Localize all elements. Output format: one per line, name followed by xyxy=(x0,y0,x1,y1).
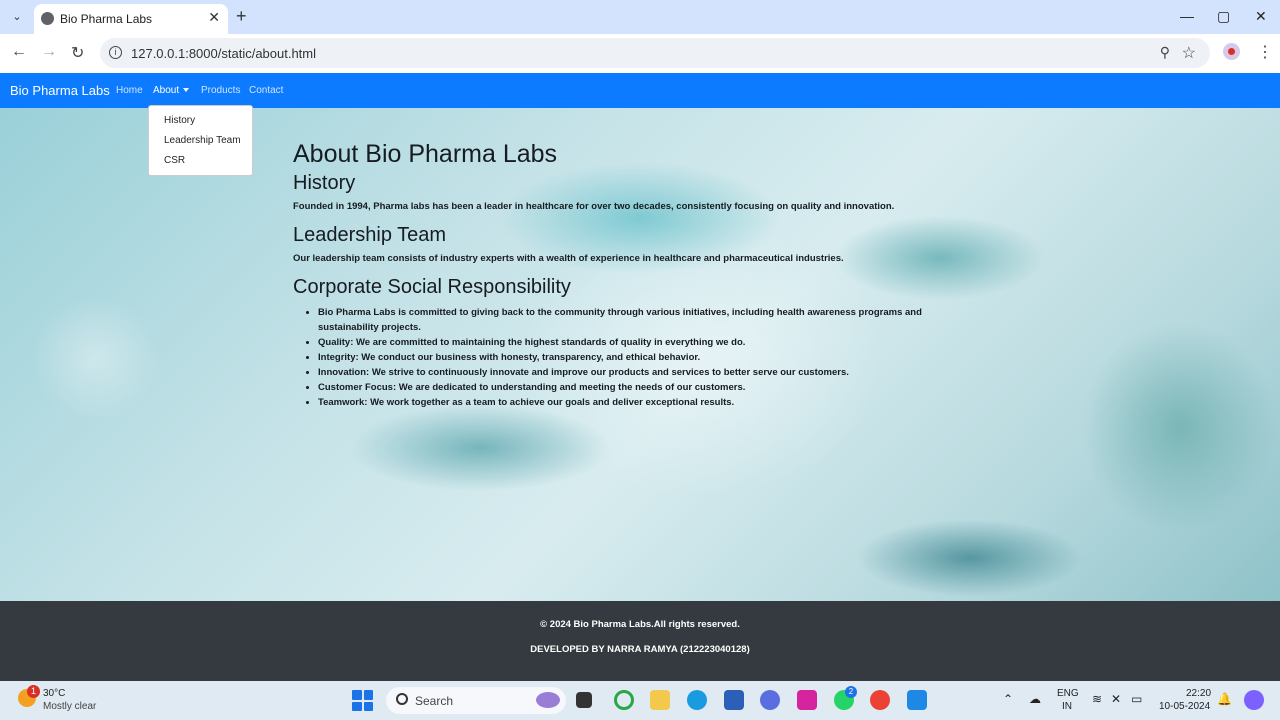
navbar-brand[interactable]: Bio Pharma Labs xyxy=(10,83,110,98)
csr-list-item: Customer Focus: We are dedicated to unde… xyxy=(318,380,973,395)
caret-down-icon xyxy=(183,88,190,93)
hero-section: About Bio Pharma Labs History Founded in… xyxy=(0,108,1280,601)
store-icon[interactable] xyxy=(724,690,744,710)
url-text[interactable]: 127.0.0.1:8000/static/about.html xyxy=(131,46,316,61)
vscode-icon[interactable] xyxy=(907,690,927,710)
footer-developer: DEVELOPED BY NARRA RAMYA (212223040128) xyxy=(530,644,750,655)
footer-copyright: © 2024 Bio Pharma Labs.All rights reserv… xyxy=(540,619,740,630)
browser-menu-icon[interactable]: ⋮ xyxy=(1257,42,1273,62)
csr-heading: Corporate Social Responsibility xyxy=(293,276,571,298)
site-navbar: Bio Pharma Labs Home About Products Cont… xyxy=(0,73,1280,108)
window-close-icon[interactable]: ✕ xyxy=(1255,8,1267,25)
taskbar-search[interactable]: Search xyxy=(386,687,566,714)
search-placeholder: Search xyxy=(415,694,454,708)
speaker-muted-icon[interactable]: ✕ xyxy=(1111,692,1121,706)
about-content: About Bio Pharma Labs History Founded in… xyxy=(293,140,973,410)
browser-tab-strip: ⌄ Bio Pharma Labs ✕ + — ▢ ✕ xyxy=(0,0,1280,34)
clock-date[interactable]: 10-05-2024 xyxy=(1159,701,1210,712)
history-heading: History xyxy=(293,172,356,194)
csr-list-item: Bio Pharma Labs is committed to giving b… xyxy=(318,305,973,335)
close-tab-icon[interactable]: ✕ xyxy=(208,9,220,26)
edge-icon[interactable] xyxy=(687,690,707,710)
browser-tab[interactable]: Bio Pharma Labs ✕ xyxy=(34,4,228,34)
forward-arrow-icon[interactable]: → xyxy=(41,43,57,61)
back-arrow-icon[interactable]: ← xyxy=(11,43,27,61)
tray-chevron-up-icon[interactable]: ⌃ xyxy=(1003,692,1013,706)
notification-bell-icon[interactable]: 🔔 xyxy=(1217,692,1232,706)
file-explorer-icon[interactable] xyxy=(650,690,670,710)
reload-icon[interactable]: ↻ xyxy=(71,43,84,63)
whatsapp-badge: 2 xyxy=(845,686,857,698)
browser-toolbar: ← → ↻ i 127.0.0.1:8000/static/about.html… xyxy=(0,34,1280,72)
weather-badge: 1 xyxy=(27,685,40,698)
weather-temperature[interactable]: 30°C xyxy=(43,688,65,699)
onedrive-cloud-icon[interactable]: ☁ xyxy=(1029,692,1041,706)
dropdown-item-leadership[interactable]: Leadership Team xyxy=(164,135,241,146)
site-footer: © 2024 Bio Pharma Labs.All rights reserv… xyxy=(0,601,1280,681)
tab-title: Bio Pharma Labs xyxy=(60,12,153,26)
tab-search-chevron-icon[interactable]: ⌄ xyxy=(7,7,27,27)
leadership-heading: Leadership Team xyxy=(293,224,447,246)
profile-avatar[interactable] xyxy=(1223,43,1240,60)
nav-link-home[interactable]: Home xyxy=(116,85,143,96)
new-tab-plus-icon[interactable]: + xyxy=(236,6,247,27)
nav-link-about[interactable]: About xyxy=(153,85,190,96)
bookmark-star-icon[interactable]: ☆ xyxy=(1182,43,1196,63)
csr-list-item: Teamwork: We work together as a team to … xyxy=(318,395,973,410)
os-taskbar: 1 30°C Mostly clear Search 2 ⌃ ☁ ENG IN … xyxy=(0,681,1280,720)
page-title: About Bio Pharma Labs xyxy=(293,140,558,168)
language-top[interactable]: ENG xyxy=(1057,688,1079,699)
zoom-icon[interactable]: ⚲ xyxy=(1160,44,1170,61)
nav-link-about-label: About xyxy=(153,85,180,96)
address-bar[interactable]: i 127.0.0.1:8000/static/about.html ⚲ ☆ xyxy=(100,38,1210,68)
weather-description[interactable]: Mostly clear xyxy=(43,701,96,712)
csr-list: Bio Pharma Labs is committed to giving b… xyxy=(318,305,973,410)
about-dropdown-menu: History Leadership Team CSR xyxy=(148,105,253,176)
task-view-icon[interactable] xyxy=(576,692,592,708)
app-triangle-icon[interactable] xyxy=(760,690,780,710)
site-info-icon[interactable]: i xyxy=(109,46,122,59)
windows-start-icon[interactable] xyxy=(352,690,373,711)
clock-time[interactable]: 22:20 xyxy=(1186,688,1211,699)
csr-list-item: Quality: We are committed to maintaining… xyxy=(318,335,973,350)
copilot-icon[interactable] xyxy=(1244,690,1264,710)
maximize-icon[interactable]: ▢ xyxy=(1217,8,1230,25)
nav-link-products[interactable]: Products xyxy=(201,85,240,96)
battery-icon[interactable]: ▭ xyxy=(1131,692,1142,706)
minimize-icon[interactable]: — xyxy=(1180,8,1194,24)
csr-list-item: Innovation: We strive to continuously in… xyxy=(318,365,973,380)
search-icon xyxy=(396,693,408,705)
nav-link-contact[interactable]: Contact xyxy=(249,85,283,96)
globe-icon xyxy=(41,12,54,25)
instagram-icon[interactable] xyxy=(797,690,817,710)
search-highlight-icon xyxy=(536,692,560,708)
language-bottom[interactable]: IN xyxy=(1062,701,1072,712)
loading-app-icon[interactable] xyxy=(614,690,634,710)
leadership-text: Our leadership team consists of industry… xyxy=(293,253,844,264)
dropdown-item-history[interactable]: History xyxy=(164,115,195,126)
page-viewport: Bio Pharma Labs Home About Products Cont… xyxy=(0,73,1280,681)
csr-list-item: Integrity: We conduct our business with … xyxy=(318,350,973,365)
chrome-icon[interactable] xyxy=(870,690,890,710)
dropdown-item-csr[interactable]: CSR xyxy=(164,155,185,166)
wifi-icon[interactable]: ≋ xyxy=(1092,692,1102,706)
history-text: Founded in 1994, Pharma labs has been a … xyxy=(293,201,895,212)
